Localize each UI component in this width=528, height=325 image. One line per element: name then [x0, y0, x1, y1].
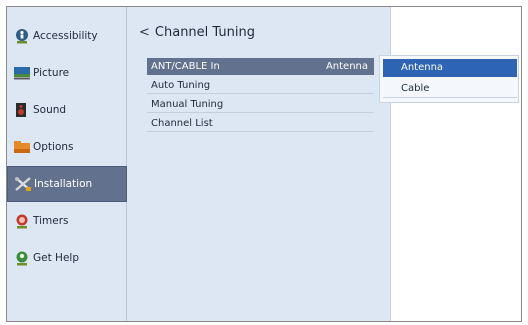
- sidebar-item-picture[interactable]: Picture: [7, 55, 127, 91]
- sidebar-item-sound[interactable]: Sound: [7, 92, 127, 128]
- sidebar-item-options[interactable]: Options: [7, 129, 127, 165]
- menu-row-label: ANT/CABLE In: [151, 61, 220, 72]
- dropdown-option-cable[interactable]: Cable: [383, 80, 517, 98]
- sidebar-item-label: Sound: [33, 104, 67, 116]
- chevron-left-icon[interactable]: <: [139, 25, 150, 40]
- sound-icon: [13, 102, 31, 118]
- page-title-text: Channel Tuning: [154, 25, 255, 40]
- page-title: < Channel Tuning: [139, 25, 255, 40]
- menu-row-label: Channel List: [151, 118, 213, 129]
- menu-row-auto-tuning[interactable]: Auto Tuning: [147, 77, 374, 94]
- dropdown-option-antenna[interactable]: Antenna: [383, 59, 517, 77]
- get-help-icon: [13, 250, 31, 266]
- menu-row-manual-tuning[interactable]: Manual Tuning: [147, 96, 374, 113]
- menu-row-value: Antenna: [325, 61, 368, 72]
- menu-row-channel-list[interactable]: Channel List: [147, 115, 374, 132]
- sidebar-item-label: Options: [33, 141, 74, 153]
- sidebar-item-label: Accessibility: [33, 30, 98, 42]
- sidebar-item-label: Timers: [33, 215, 69, 227]
- picture-icon: [13, 65, 31, 81]
- channel-tuning-panel: < Channel Tuning ANT/CABLE In Antenna Au…: [127, 7, 391, 321]
- menu-row-label: Manual Tuning: [151, 99, 224, 110]
- sidebar-item-installation[interactable]: Installation: [7, 166, 127, 202]
- menu-row-ant-cable-in[interactable]: ANT/CABLE In Antenna: [147, 58, 374, 75]
- timers-icon: [13, 213, 31, 229]
- tv-settings-screen: Accessibility Picture Sound Options Inst…: [6, 6, 522, 322]
- installation-icon: [14, 176, 32, 192]
- accessibility-icon: [13, 28, 31, 44]
- sidebar-item-timers[interactable]: Timers: [7, 203, 127, 239]
- dropdown-option-label: Cable: [401, 83, 430, 94]
- menu-row-label: Auto Tuning: [151, 80, 211, 91]
- dropdown-option-label: Antenna: [401, 62, 444, 73]
- options-icon: [13, 139, 31, 155]
- sidebar-item-get-help[interactable]: Get Help: [7, 240, 127, 276]
- sidebar-item-label: Installation: [34, 178, 93, 190]
- sidebar-item-label: Picture: [33, 67, 70, 79]
- ant-cable-dropdown: Antenna Cable: [379, 55, 519, 103]
- sidebar: Accessibility Picture Sound Options Inst…: [7, 7, 127, 321]
- sidebar-item-label: Get Help: [33, 252, 79, 264]
- sidebar-item-accessibility[interactable]: Accessibility: [7, 18, 127, 54]
